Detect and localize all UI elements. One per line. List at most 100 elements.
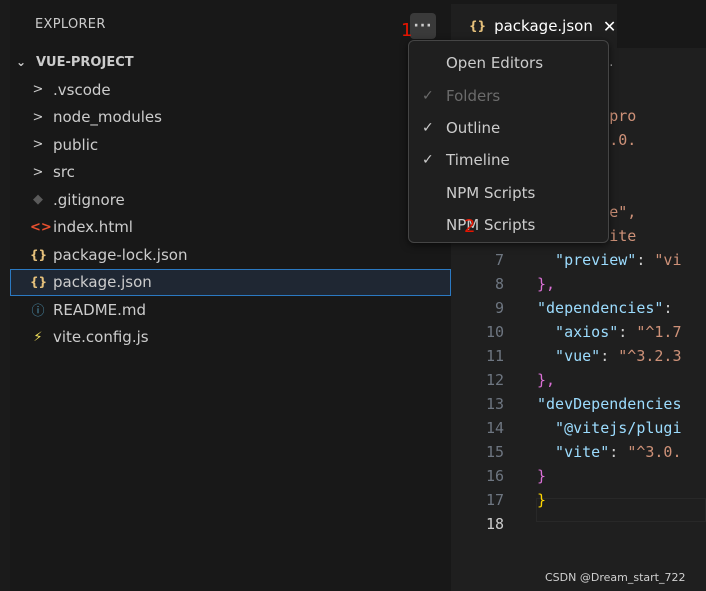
chevron-right-icon: >: [32, 82, 44, 98]
code-token: "vi: [654, 251, 682, 269]
tree-item-label: package.json: [53, 273, 152, 292]
tab-label: package.json: [494, 17, 593, 35]
code-token: "^1.7: [636, 323, 682, 341]
line-number: 13: [485, 395, 504, 413]
tree-item-label: index.html: [53, 218, 133, 237]
line-number: 16: [485, 467, 504, 485]
tree-item[interactable]: > node_modules: [10, 104, 451, 132]
code-token: :: [618, 323, 637, 341]
menu-item-label: Outline: [446, 118, 501, 137]
tree-item-label: README.md: [53, 300, 147, 319]
code-text: "devDependencies: [537, 392, 682, 416]
code-token: :: [600, 347, 619, 365]
info-icon: ⓘ: [31, 304, 45, 320]
line-number: 14: [485, 419, 504, 437]
code-text: "preview": "vi: [537, 248, 682, 272]
menu-item-label: Timeline: [446, 151, 510, 170]
code-token: "^3.2.3: [618, 347, 682, 365]
line-number: 11: [485, 347, 504, 365]
watermark: CSDN @Dream_start_722: [545, 571, 686, 584]
code-token: },: [537, 275, 556, 293]
tree-item[interactable]: {} package-lock.json: [10, 241, 451, 269]
tree-item-label: .gitignore: [53, 190, 125, 209]
line-number: 12: [485, 371, 504, 389]
step-2-marker: 2: [464, 216, 476, 237]
project-name: VUE-PROJECT: [36, 54, 134, 70]
code-line: 15 "vite": "^3.0.: [451, 440, 706, 464]
code-line: 7 "preview": "vi: [451, 248, 706, 272]
tree-item[interactable]: > .vscode: [10, 76, 451, 104]
code-line: 18: [451, 512, 706, 536]
chevron-right-icon: >: [32, 137, 44, 153]
code-token: "vite": [537, 443, 610, 461]
menu-item[interactable]: NPM Scripts: [409, 209, 608, 241]
line-number: 8: [494, 275, 504, 293]
code-token: }: [537, 491, 547, 509]
code-text: }: [537, 488, 546, 512]
json-file-icon: {}: [30, 275, 48, 290]
tree-item-label: public: [53, 135, 99, 154]
code-token: "^3.0.: [627, 443, 682, 461]
chevron-right-icon: >: [32, 109, 44, 125]
code-text: "vite": "^3.0.: [537, 440, 682, 464]
tree-item[interactable]: ⓘ README.md: [10, 296, 451, 324]
tree-item-label: vite.config.js: [53, 328, 149, 347]
git-icon: ◆: [33, 192, 43, 208]
lightning-icon: ⚡: [33, 329, 43, 345]
line-number: 17: [485, 491, 504, 509]
project-root[interactable]: ⌄ VUE-PROJECT: [16, 52, 134, 72]
code-text: "vue": "^3.2.3: [537, 344, 682, 368]
step-1-marker: 1: [401, 20, 413, 41]
json-file-icon: {}: [469, 19, 487, 33]
line-number: 7: [494, 251, 504, 269]
json-file-icon: {}: [30, 247, 48, 262]
code-text: },: [537, 272, 555, 296]
tree-item[interactable]: > src: [10, 159, 451, 187]
menu-item-label: Folders: [446, 86, 501, 105]
code-token: }: [537, 467, 547, 485]
code-token: "dependencies": [537, 299, 664, 317]
tree-item[interactable]: {} package.json: [10, 268, 451, 296]
code-line: 12},: [451, 368, 706, 392]
menu-item[interactable]: NPM Scripts: [409, 177, 608, 209]
code-token: "preview": [537, 251, 637, 269]
code-token: "devDependencies: [537, 395, 682, 413]
tree-item[interactable]: ◆ .gitignore: [10, 186, 451, 214]
explorer-title: EXPLORER: [35, 17, 106, 32]
code-token: "axios": [537, 323, 619, 341]
code-line: 10 "axios": "^1.7: [451, 320, 706, 344]
close-icon[interactable]: ✕: [603, 17, 616, 36]
menu-item-label: NPM Scripts: [446, 216, 536, 235]
code-text: },: [537, 368, 555, 392]
code-text: "dependencies":: [537, 296, 682, 320]
code-token: },: [537, 371, 556, 389]
menu-item[interactable]: Open Editors: [409, 47, 608, 79]
tree-item-label: .vscode: [53, 80, 111, 99]
tree-item[interactable]: ⚡ vite.config.js: [10, 324, 451, 352]
code-line: 17}: [451, 488, 706, 512]
explorer-sidebar: EXPLORER ··· ⌄ VUE-PROJECT > .vscode > node…: [0, 0, 451, 591]
checkmark-icon: ✓: [422, 119, 434, 136]
tree-item-label: node_modules: [53, 108, 162, 127]
tree-item[interactable]: <> index.html: [10, 214, 451, 242]
menu-item-label: NPM Scripts: [446, 183, 536, 202]
line-number: 10: [485, 323, 504, 341]
code-text: "@vitejs/plugi: [537, 416, 682, 440]
menu-item[interactable]: ✓ Outline: [409, 112, 608, 144]
activity-bar-edge: [0, 0, 10, 591]
code-text: }: [537, 464, 546, 488]
code-line: 8},: [451, 272, 706, 296]
tree-item-label: src: [53, 163, 75, 182]
code-token: :: [636, 251, 655, 269]
ellipsis-icon: ···: [413, 18, 433, 34]
line-number: 9: [494, 299, 504, 317]
tree-item[interactable]: > public: [10, 131, 451, 159]
code-token: "@vitejs/plugi: [537, 419, 682, 437]
menu-item: ✓ Folders: [409, 79, 608, 111]
menu-item[interactable]: ✓ Timeline: [409, 144, 608, 176]
code-line: 11 "vue": "^3.2.3: [451, 344, 706, 368]
file-tree: > .vscode > node_modules > public > src ◆ .gitign…: [10, 76, 451, 351]
more-actions-button[interactable]: ···: [410, 13, 436, 39]
code-token: "vue": [537, 347, 601, 365]
code-token: :: [663, 299, 682, 317]
